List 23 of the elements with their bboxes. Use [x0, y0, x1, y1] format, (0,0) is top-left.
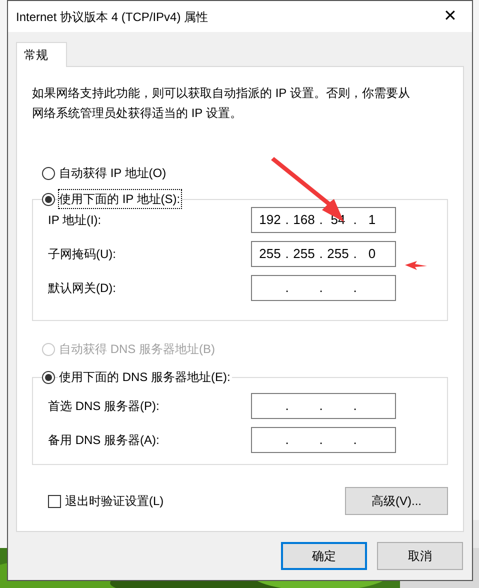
ip-address-field[interactable]: . . .: [251, 427, 396, 453]
field-label: 默认网关(D):: [48, 280, 116, 297]
dialog-button[interactable]: 确定: [281, 542, 367, 570]
close-button[interactable]: ✕: [428, 1, 472, 32]
ip-address-field[interactable]: 255 . 255 . 255 . 0: [251, 241, 396, 267]
radio-label: 使用下面的 IP 地址(S):: [58, 189, 182, 209]
dialog-button[interactable]: 取消: [377, 542, 463, 570]
field-label: IP 地址(I):: [48, 212, 102, 229]
annotation-arrow: [405, 261, 427, 270]
window-title: Internet 协议版本 4 (TCP/IPv4) 属性: [16, 8, 208, 26]
field-label: 备用 DNS 服务器(A):: [48, 432, 160, 449]
radio-button[interactable]: [42, 370, 55, 384]
radio-button[interactable]: [42, 166, 55, 180]
checkbox-label: 退出时验证设置(L): [65, 493, 164, 510]
tab[interactable]: 常规: [16, 42, 67, 67]
ip-address-field[interactable]: . . .: [251, 393, 396, 419]
radio-button[interactable]: [42, 192, 55, 206]
checkbox[interactable]: [48, 494, 61, 508]
ip-address-field[interactable]: . . .: [251, 275, 396, 301]
field-label: 首选 DNS 服务器(P):: [48, 398, 160, 415]
advanced-button[interactable]: 高级(V)...: [345, 487, 448, 515]
description-text: 如果网络支持此功能，则可以获取自动指派的 IP 设置。否则，你需要从网络系统管理员处获得适当的 IP 设置。: [32, 85, 411, 122]
field-label: 子网掩码(U):: [48, 246, 116, 263]
